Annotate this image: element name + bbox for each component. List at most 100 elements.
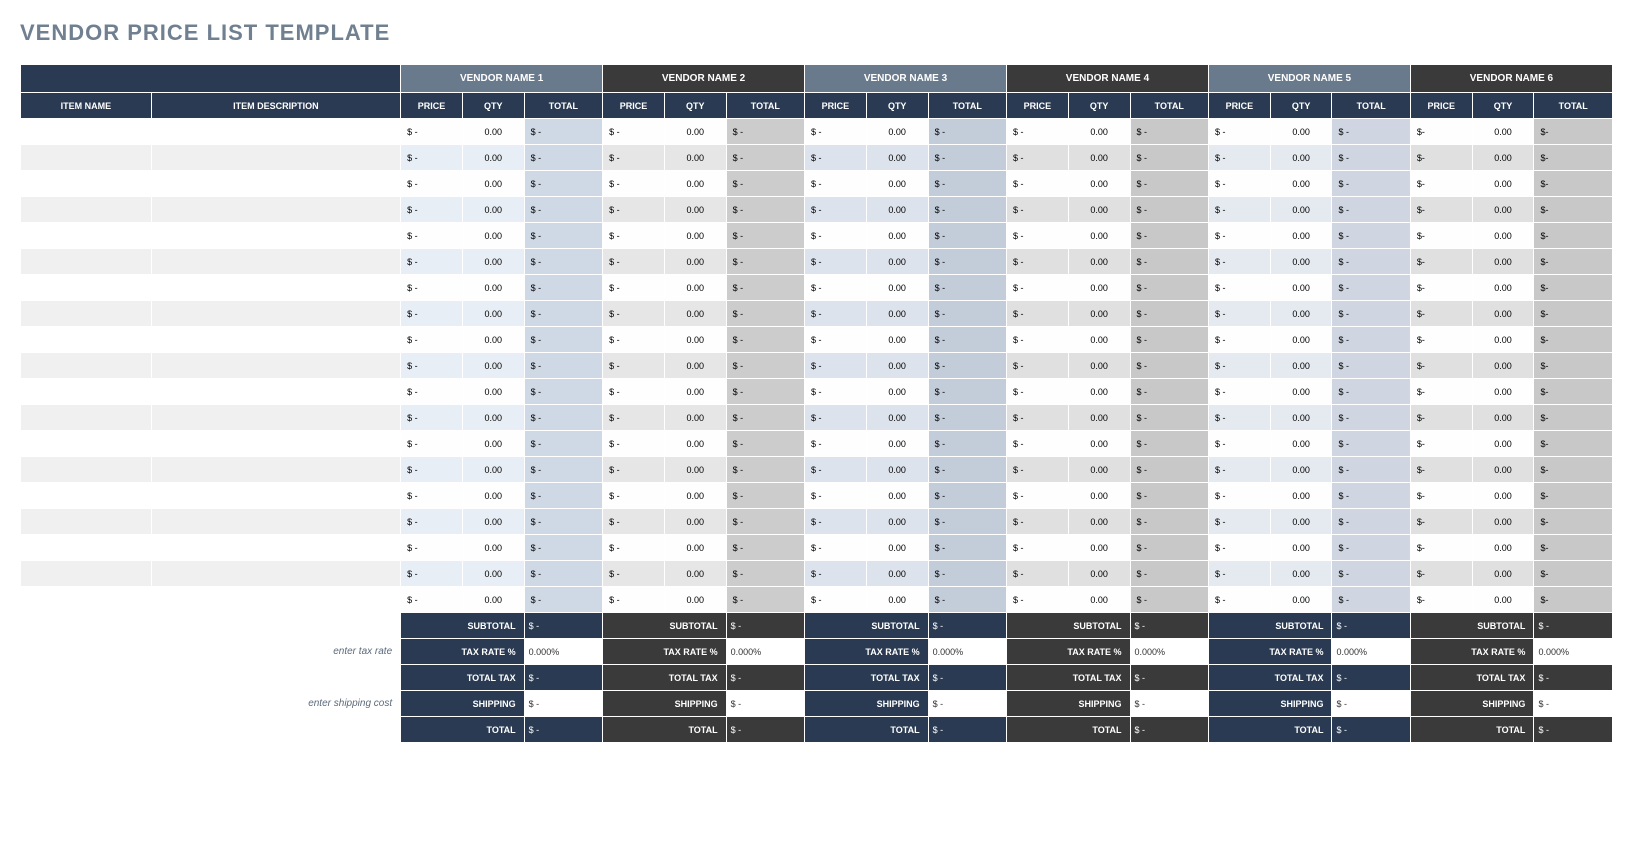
price-cell[interactable]: $ - <box>1007 327 1069 353</box>
item-desc-cell[interactable] <box>151 197 400 223</box>
item-name-cell[interactable] <box>21 327 152 353</box>
qty-cell[interactable]: 0.00 <box>1068 197 1130 223</box>
qty-cell[interactable]: 0.00 <box>1270 535 1332 561</box>
qty-cell[interactable]: 0.00 <box>866 119 928 145</box>
qty-cell[interactable]: 0.00 <box>664 535 726 561</box>
item-name-cell[interactable] <box>21 587 152 613</box>
price-cell[interactable]: $ - <box>805 171 867 197</box>
price-cell[interactable]: $ - <box>1208 457 1270 483</box>
price-cell[interactable]: $ - <box>1007 301 1069 327</box>
item-name-cell[interactable] <box>21 197 152 223</box>
qty-cell[interactable]: 0.00 <box>866 275 928 301</box>
qty-cell[interactable]: 0.00 <box>1270 119 1332 145</box>
price-cell[interactable]: $ - <box>1007 483 1069 509</box>
sum-value-taxrate_label-1[interactable]: 0.000% <box>524 639 602 665</box>
price-cell[interactable]: $ - <box>805 431 867 457</box>
qty-cell[interactable]: 0.00 <box>866 561 928 587</box>
item-name-cell[interactable] <box>21 483 152 509</box>
qty-cell[interactable]: 0.00 <box>462 301 524 327</box>
price-cell[interactable]: $ - <box>1208 249 1270 275</box>
price-cell[interactable]: $ - <box>805 249 867 275</box>
qty-cell[interactable]: 0.00 <box>664 249 726 275</box>
item-name-cell[interactable] <box>21 535 152 561</box>
sum-value-shipping_label-4[interactable]: $ - <box>1130 691 1208 717</box>
qty-cell[interactable]: 0.00 <box>664 145 726 171</box>
item-desc-cell[interactable] <box>151 457 400 483</box>
qty-cell[interactable]: 0.00 <box>866 457 928 483</box>
price-cell[interactable]: $ - <box>805 587 867 613</box>
item-desc-cell[interactable] <box>151 327 400 353</box>
item-name-cell[interactable] <box>21 223 152 249</box>
price-cell[interactable]: $ - <box>1208 223 1270 249</box>
qty-cell[interactable]: 0.00 <box>462 119 524 145</box>
price-cell[interactable]: $ - <box>1007 509 1069 535</box>
price-cell[interactable]: $ - <box>1208 353 1270 379</box>
qty-cell[interactable]: 0.00 <box>664 431 726 457</box>
price-cell[interactable]: $ - <box>805 379 867 405</box>
price-cell[interactable]: $ - <box>1208 119 1270 145</box>
price-cell[interactable]: $ - <box>1208 483 1270 509</box>
qty-cell[interactable]: 0.00 <box>1472 457 1534 483</box>
price-cell[interactable]: $ - <box>1007 249 1069 275</box>
price-cell[interactable]: $- <box>1410 119 1472 145</box>
price-cell[interactable]: $ - <box>805 353 867 379</box>
qty-cell[interactable]: 0.00 <box>1472 353 1534 379</box>
qty-cell[interactable]: 0.00 <box>1068 249 1130 275</box>
sum-value-shipping_label-3[interactable]: $ - <box>928 691 1006 717</box>
qty-cell[interactable]: 0.00 <box>1270 301 1332 327</box>
qty-cell[interactable]: 0.00 <box>1068 431 1130 457</box>
qty-cell[interactable]: 0.00 <box>1472 561 1534 587</box>
item-desc-cell[interactable] <box>151 379 400 405</box>
price-cell[interactable]: $- <box>1410 587 1472 613</box>
price-cell[interactable]: $- <box>1410 509 1472 535</box>
price-cell[interactable]: $ - <box>805 301 867 327</box>
qty-cell[interactable]: 0.00 <box>866 483 928 509</box>
qty-cell[interactable]: 0.00 <box>1270 561 1332 587</box>
sum-value-shipping_label-6[interactable]: $ - <box>1534 691 1613 717</box>
price-cell[interactable]: $- <box>1410 327 1472 353</box>
qty-cell[interactable]: 0.00 <box>1270 483 1332 509</box>
price-cell[interactable]: $ - <box>1007 379 1069 405</box>
qty-cell[interactable]: 0.00 <box>1068 587 1130 613</box>
price-cell[interactable]: $ - <box>603 119 665 145</box>
qty-cell[interactable]: 0.00 <box>462 145 524 171</box>
qty-cell[interactable]: 0.00 <box>866 145 928 171</box>
price-cell[interactable]: $ - <box>1007 535 1069 561</box>
item-name-cell[interactable] <box>21 249 152 275</box>
price-cell[interactable]: $ - <box>1007 587 1069 613</box>
qty-cell[interactable]: 0.00 <box>1472 379 1534 405</box>
qty-cell[interactable]: 0.00 <box>1472 483 1534 509</box>
price-cell[interactable]: $ - <box>603 587 665 613</box>
qty-cell[interactable]: 0.00 <box>664 457 726 483</box>
price-cell[interactable]: $ - <box>401 275 463 301</box>
qty-cell[interactable]: 0.00 <box>1068 561 1130 587</box>
price-cell[interactable]: $ - <box>1208 171 1270 197</box>
item-name-cell[interactable] <box>21 457 152 483</box>
qty-cell[interactable]: 0.00 <box>1068 119 1130 145</box>
price-cell[interactable]: $ - <box>1007 171 1069 197</box>
price-cell[interactable]: $ - <box>1007 353 1069 379</box>
qty-cell[interactable]: 0.00 <box>1270 457 1332 483</box>
qty-cell[interactable]: 0.00 <box>866 197 928 223</box>
qty-cell[interactable]: 0.00 <box>462 561 524 587</box>
price-cell[interactable]: $ - <box>805 483 867 509</box>
price-cell[interactable]: $- <box>1410 197 1472 223</box>
qty-cell[interactable]: 0.00 <box>1270 509 1332 535</box>
qty-cell[interactable]: 0.00 <box>1270 327 1332 353</box>
qty-cell[interactable]: 0.00 <box>462 171 524 197</box>
price-cell[interactable]: $- <box>1410 249 1472 275</box>
price-cell[interactable]: $ - <box>1208 301 1270 327</box>
price-cell[interactable]: $ - <box>1208 535 1270 561</box>
price-cell[interactable]: $ - <box>401 457 463 483</box>
price-cell[interactable]: $ - <box>805 509 867 535</box>
price-cell[interactable]: $ - <box>603 431 665 457</box>
qty-cell[interactable]: 0.00 <box>1068 353 1130 379</box>
qty-cell[interactable]: 0.00 <box>462 379 524 405</box>
qty-cell[interactable]: 0.00 <box>1068 223 1130 249</box>
price-cell[interactable]: $ - <box>603 275 665 301</box>
price-cell[interactable]: $ - <box>603 249 665 275</box>
price-cell[interactable]: $- <box>1410 275 1472 301</box>
qty-cell[interactable]: 0.00 <box>866 509 928 535</box>
price-cell[interactable]: $ - <box>401 327 463 353</box>
qty-cell[interactable]: 0.00 <box>462 457 524 483</box>
